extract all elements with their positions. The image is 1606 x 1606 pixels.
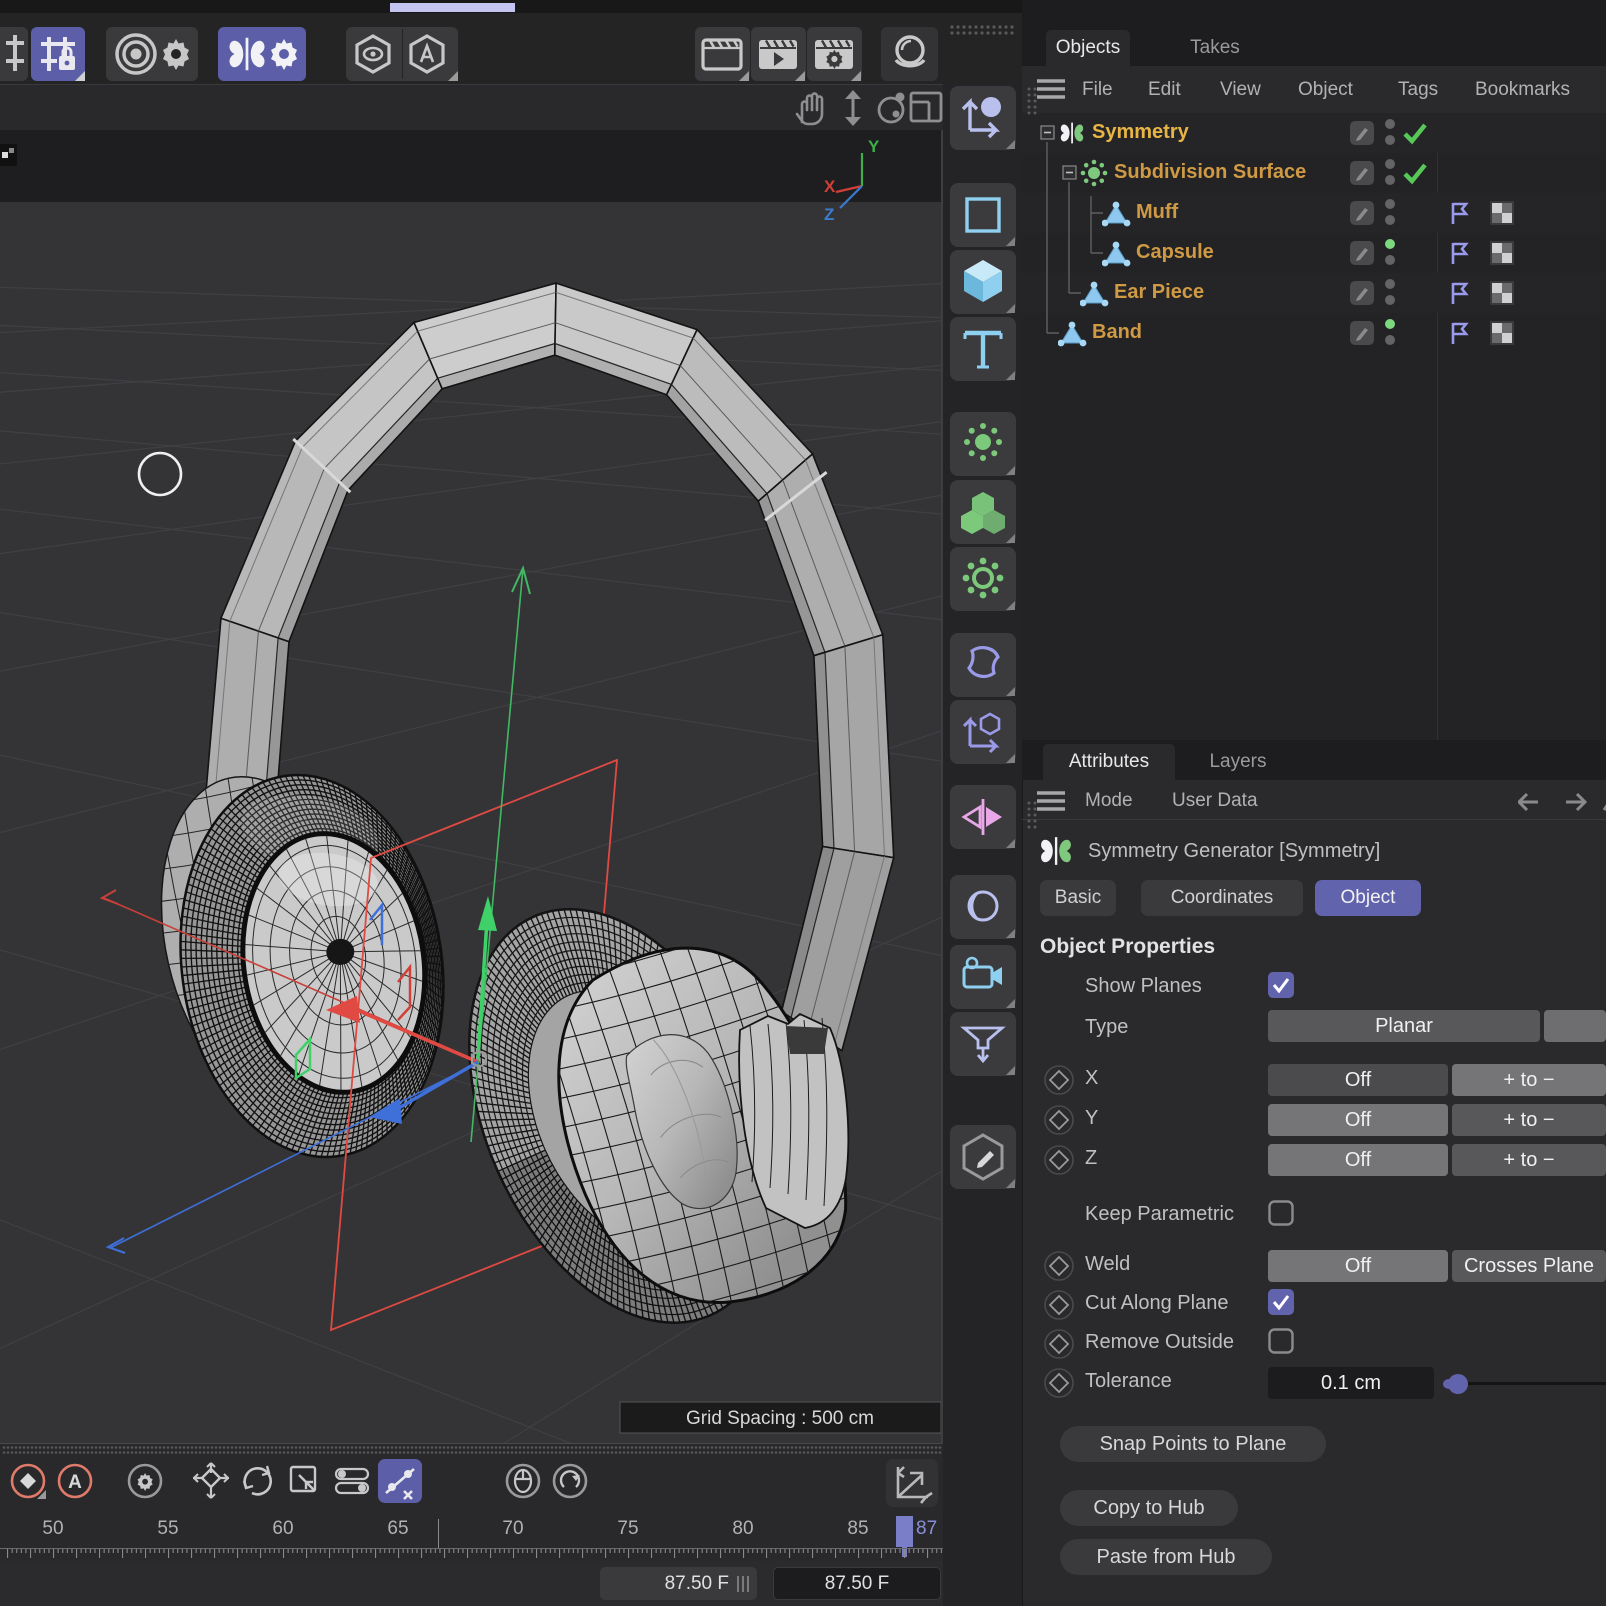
svg-text:A: A [68, 1472, 82, 1493]
svg-text:Grid Spacing : 500 cm: Grid Spacing : 500 cm [686, 1408, 874, 1429]
